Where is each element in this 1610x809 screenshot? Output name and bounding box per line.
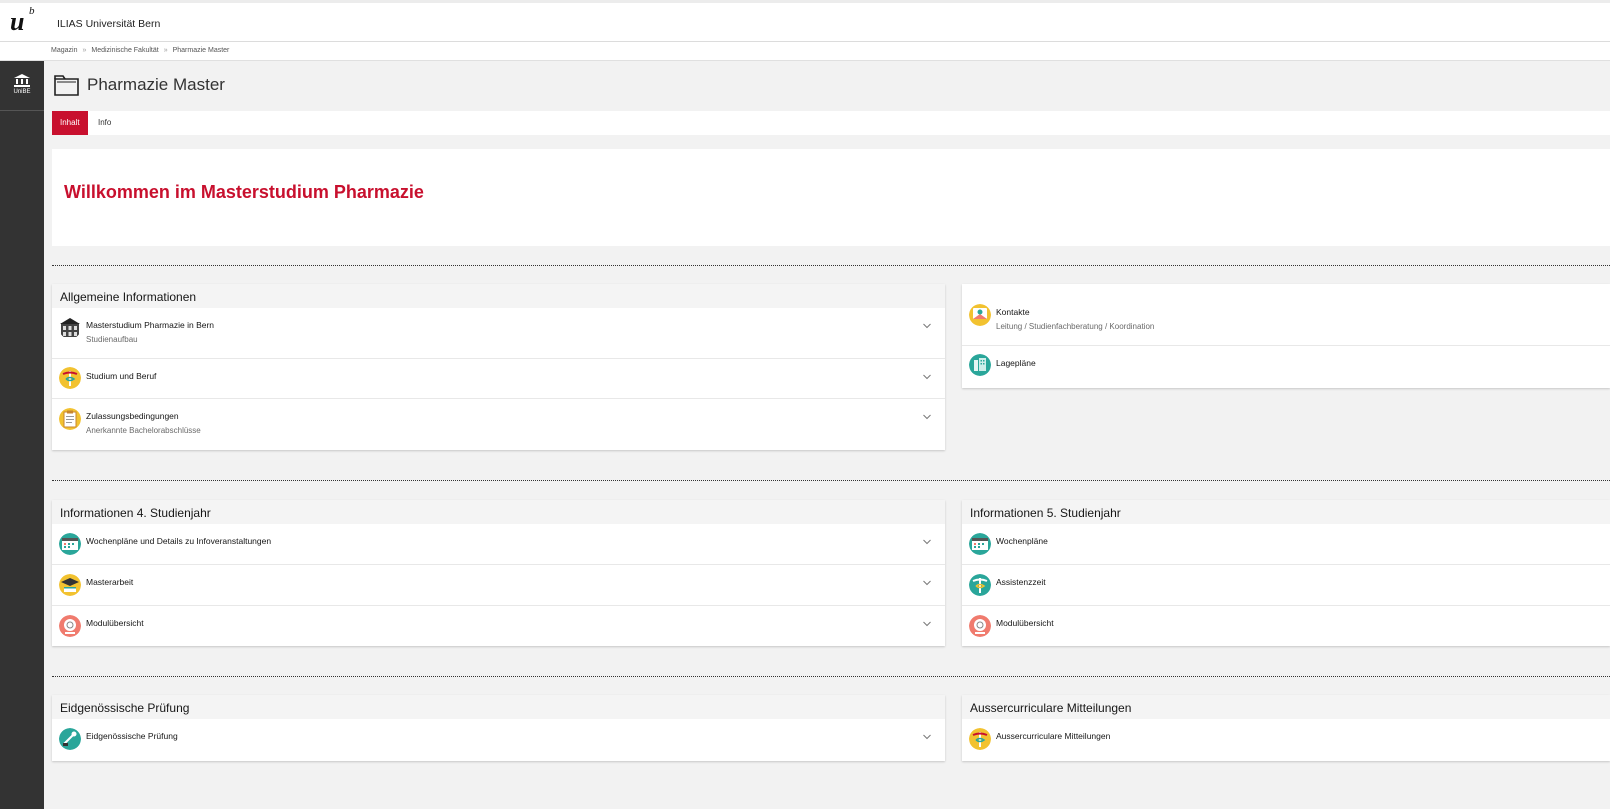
exam-icon [59, 728, 81, 750]
list-item-title: Eidgenössische Prüfung [86, 731, 178, 741]
panel-eidgenoessische-pruefung: Eidgenössische Prüfung Eidgenössische Pr… [52, 695, 945, 761]
list-item-title: Lagepläne [996, 358, 1036, 368]
institution-icon [14, 74, 30, 87]
chevron-down-icon[interactable] [923, 538, 931, 546]
unibe-logo[interactable]: u b [10, 5, 40, 39]
list-item[interactable]: Masterarbeit [52, 565, 945, 606]
site-title[interactable]: ILIAS Universität Bern [57, 18, 160, 30]
list-item-title: Modulübersicht [996, 618, 1054, 628]
panel-ausserscurriculare-mitteilungen: Aussercurriculare Mitteilungen Aussercur… [962, 695, 1610, 761]
building-icon [60, 318, 80, 337]
list-item[interactable]: Aussercurriculare Mitteilungen [962, 719, 1610, 761]
list-item[interactable]: Masterstudium Pharmazie in Bern Studiena… [52, 308, 945, 359]
list-item-title: Assistenzzeit [996, 577, 1046, 587]
chevron-down-icon[interactable] [923, 413, 931, 421]
chevron-down-icon[interactable] [923, 373, 931, 381]
contact-icon [969, 304, 991, 326]
calendar-icon [969, 533, 991, 555]
list-item[interactable]: Modulübersicht [52, 606, 945, 646]
list-item-title: Zulassungsbedingungen [86, 411, 179, 421]
page-title: Pharmazie Master [87, 75, 225, 94]
panel-informationen-4-studienjahr: Informationen 4. Studienjahr Wochenpläne… [52, 500, 945, 646]
panel-title: Informationen 5. Studienjahr [962, 500, 1610, 524]
calendar-icon [59, 533, 81, 555]
chevron-down-icon[interactable] [923, 579, 931, 587]
list-item-title: Masterstudium Pharmazie in Bern [86, 320, 215, 330]
panel-title: Aussercurriculare Mitteilungen [962, 695, 1610, 719]
tab-info[interactable]: Info [90, 111, 119, 135]
chevron-down-icon[interactable] [923, 620, 931, 628]
panel-kontakte: Kontakte Leitung / Studienfachberatung /… [962, 284, 1610, 388]
panel-title: Eidgenössische Prüfung [52, 695, 945, 719]
module-icon [969, 615, 991, 637]
list-item-title: Wochenpläne und Details zu Infoveranstal… [86, 536, 272, 546]
chevron-down-icon[interactable] [923, 733, 931, 741]
list-item-title: Masterarbeit [86, 577, 134, 587]
caduceus-icon [969, 728, 991, 750]
list-item-title: Aussercurriculare Mitteilungen [996, 731, 1111, 741]
panel-title: Allgemeine Informationen [52, 284, 945, 308]
caduceus-icon [969, 574, 991, 596]
breadcrumb: Magazin » Medizinische Fakultät » Pharmazie … [0, 42, 1610, 61]
module-icon [59, 615, 81, 637]
list-item[interactable]: Lagepläne [962, 346, 1610, 388]
breadcrumb-separator: » [163, 47, 168, 54]
section-divider [52, 480, 1610, 481]
breadcrumb-item[interactable]: Magazin [51, 47, 77, 54]
main-sidebar: UniBE [0, 61, 44, 809]
logo-superscript: b [29, 5, 35, 17]
caduceus-icon [59, 367, 81, 389]
clipboard-icon [59, 408, 81, 430]
list-item[interactable]: Zulassungsbedingungen Anerkannte Bachelo… [52, 399, 945, 450]
list-item[interactable]: Assistenzzeit [962, 565, 1610, 606]
folder-icon [54, 75, 79, 96]
section-divider [52, 265, 1610, 266]
list-item-title: Modulübersicht [86, 618, 144, 628]
list-item[interactable]: Kontakte Leitung / Studienfachberatung /… [962, 284, 1610, 346]
list-item[interactable]: Wochenpläne und Details zu Infoveranstal… [52, 524, 945, 565]
list-item[interactable]: Modulübersicht [962, 606, 1610, 646]
graduation-icon [59, 574, 81, 596]
tab-inhalt[interactable]: Inhalt [52, 111, 88, 135]
panel-informationen-5-studienjahr: Informationen 5. Studienjahr Wochenpläne… [962, 500, 1610, 646]
section-divider [52, 676, 1610, 677]
chevron-down-icon[interactable] [923, 322, 931, 330]
panel-title: Informationen 4. Studienjahr [52, 500, 945, 524]
map-icon [969, 354, 991, 376]
welcome-heading: Willkommen im Masterstudium Pharmazie [64, 182, 424, 202]
welcome-block: Willkommen im Masterstudium Pharmazie [52, 149, 1610, 246]
breadcrumb-item[interactable]: Pharmazie Master [173, 47, 230, 54]
list-item-title: Studium und Beruf [86, 371, 157, 381]
list-item[interactable]: Eidgenössische Prüfung [52, 719, 945, 761]
list-item-title: Kontakte [996, 307, 1030, 317]
top-bar: u b ILIAS Universität Bern [0, 0, 1610, 42]
sidebar-item-label: UniBE [13, 89, 31, 95]
panel-allgemeine-informationen: Allgemeine Informationen Masterstudium P… [52, 284, 945, 450]
list-item[interactable]: Wochenpläne [962, 524, 1610, 565]
list-item[interactable]: Studium und Beruf [52, 359, 945, 399]
breadcrumb-separator: » [82, 47, 87, 54]
list-item-title: Wochenpläne [996, 536, 1048, 546]
list-item-subtitle: Anerkannte Bachelorabschlüsse [86, 426, 201, 435]
sidebar-item-unibe[interactable]: UniBE [0, 61, 44, 111]
main-content: Pharmazie Master Inhalt Info Willkommen … [44, 61, 1610, 809]
logo-text: u [10, 7, 25, 36]
breadcrumb-item[interactable]: Medizinische Fakultät [91, 47, 158, 54]
list-item-subtitle: Studienaufbau [86, 335, 138, 344]
list-item-subtitle: Leitung / Studienfachberatung / Koordina… [996, 322, 1155, 331]
tab-bar: Inhalt Info [52, 111, 1610, 135]
